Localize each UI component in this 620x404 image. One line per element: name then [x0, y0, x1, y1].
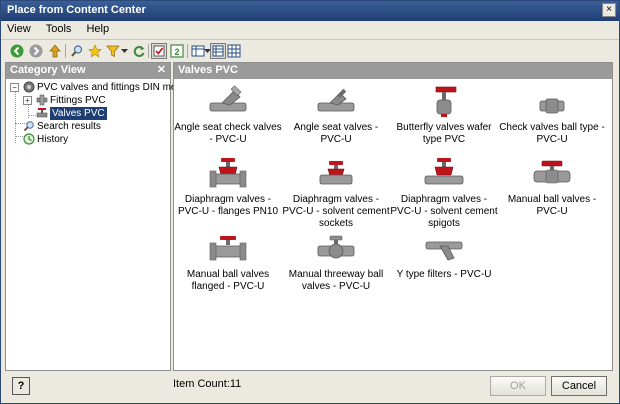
diaphragm-valve-spigots-icon: [424, 158, 464, 185]
y-filter-icon: [425, 241, 463, 261]
content-item-label: Butterfly valves wafer type PVC: [396, 122, 492, 145]
ok-button[interactable]: OK: [490, 376, 546, 396]
tree-item-label: History: [37, 134, 69, 145]
toolbar-separator: [187, 44, 188, 58]
category-view-pane: Category View ✕ − PVC valves and fitting…: [5, 62, 190, 371]
check-valve-ball-icon: [539, 98, 565, 114]
category-view-title: Category View: [10, 64, 86, 76]
menu-view[interactable]: View: [1, 21, 37, 37]
tree-item-label: PVC valves and fittings DIN metric: [37, 82, 190, 93]
library-icon: [23, 81, 35, 93]
category-tree: − PVC valves and fittings DIN metric + F…: [6, 79, 190, 148]
content-item-angle-seat-check-valves[interactable]: Angle seat check valves - PVC-U: [174, 85, 282, 146]
dialog-window: Place from Content Center × View Tools H…: [0, 0, 620, 404]
list-view-icon[interactable]: [210, 43, 226, 59]
content-item-angle-seat-valves[interactable]: Angle seat valves - PVC-U: [282, 85, 390, 146]
dropdown-arrow-icon[interactable]: [120, 43, 128, 59]
content-item-label: Diaphragm valves - PVC-U - solvent cemen…: [390, 194, 498, 229]
tree-item-label: Search results: [37, 121, 101, 132]
svg-text:2: 2: [174, 47, 179, 57]
search-icon: [23, 120, 35, 132]
content-item-diaphragm-flanges[interactable]: Diaphragm valves - PVC-U - flanges PN10: [174, 157, 282, 218]
content-pane-header: Valves PVC: [174, 63, 612, 79]
help-button[interactable]: ?: [12, 377, 30, 395]
window-title: Place from Content Center: [7, 4, 146, 16]
content-item-label: Angle seat valves - PVC-U: [293, 122, 379, 145]
tree-item-history[interactable]: History: [6, 133, 170, 146]
filter-icon[interactable]: [105, 43, 121, 59]
toolbar-separator: [65, 44, 66, 58]
toolbar: 2: [1, 39, 619, 61]
toolbar-separator: [148, 44, 149, 58]
history-icon: [23, 133, 35, 145]
select-icon[interactable]: [151, 43, 167, 59]
menu-help[interactable]: Help: [80, 21, 115, 37]
back-icon[interactable]: [9, 43, 25, 59]
content-item-threeway-ball[interactable]: Manual threeway ball valves - PVC-U: [282, 232, 390, 293]
content-grid: Angle seat check valves - PVC-U Angle se…: [174, 79, 612, 369]
close-button[interactable]: ×: [602, 3, 616, 17]
manual-ball-valve-icon: [533, 160, 571, 184]
valve-icon: [36, 107, 48, 119]
content-item-y-filters[interactable]: Y type filters - PVC-U: [390, 232, 498, 281]
diaphragm-valve-flanged-icon: [209, 158, 247, 188]
fitting-icon: [36, 94, 48, 106]
menu-bar: View Tools Help: [1, 21, 619, 39]
threeway-ball-valve-icon: [317, 235, 355, 259]
up-icon[interactable]: [47, 43, 63, 59]
category-view-header: Category View ✕: [6, 63, 170, 79]
content-item-label: Manual threeway ball valves - PVC-U: [288, 269, 384, 292]
content-item-label: Manual ball valves flanged - PVC-U: [186, 269, 270, 292]
diaphragm-valve-sockets-icon: [319, 161, 353, 185]
content-item-diaphragm-spigots[interactable]: Diaphragm valves - PVC-U - solvent cemen…: [390, 157, 498, 230]
content-pane-title: Valves PVC: [178, 64, 238, 76]
tree-item-pvc-valves-fittings[interactable]: − PVC valves and fittings DIN metric: [6, 81, 190, 94]
grid-view-icon[interactable]: [226, 43, 242, 59]
search-icon[interactable]: [69, 43, 85, 59]
menu-tools[interactable]: Tools: [40, 21, 78, 37]
butterfly-valve-icon: [435, 86, 457, 117]
content-item-diaphragm-sockets[interactable]: Diaphragm valves - PVC-U - solvent cemen…: [282, 157, 390, 230]
angle-seat-valve-icon: [317, 88, 355, 112]
pane-close-icon[interactable]: ✕: [157, 63, 166, 76]
cancel-button[interactable]: Cancel: [551, 376, 607, 396]
expand-icon[interactable]: +: [23, 96, 32, 105]
refresh-icon[interactable]: [131, 43, 147, 59]
content-item-butterfly-valves[interactable]: Butterfly valves wafer type PVC: [390, 85, 498, 146]
tree-item-search-results[interactable]: Search results: [6, 120, 170, 133]
item-count: Item Count:11: [173, 378, 242, 390]
content-item-check-valves-ball[interactable]: Check valves ball type - PVC-U: [498, 85, 606, 146]
content-item-label: Diaphragm valves - PVC-U - solvent cemen…: [282, 194, 390, 229]
content-item-label: Angle seat check valves - PVC-U: [174, 122, 282, 145]
angle-seat-check-valve-icon: [209, 85, 247, 112]
tree-item-valves-pvc[interactable]: Valves PVC: [6, 107, 170, 120]
status-bar: ? Item Count:11 OK Cancel: [1, 373, 619, 403]
tree-item-fittings-pvc[interactable]: + Fittings PVC: [6, 94, 170, 107]
content-item-label: Diaphragm valves - PVC-U - flanges PN10: [177, 194, 279, 217]
table-view-icon[interactable]: 2: [169, 43, 185, 59]
title-bar: Place from Content Center ×: [1, 1, 619, 21]
favorites-icon[interactable]: [87, 43, 103, 59]
content-item-manual-ball-valves[interactable]: Manual ball valves - PVC-U: [498, 157, 606, 218]
content-item-label: Check valves ball type - PVC-U: [499, 122, 605, 145]
tree-item-label: Fittings PVC: [50, 95, 106, 106]
content-item-label: Manual ball valves - PVC-U: [507, 194, 597, 217]
content-item-label: Y type filters - PVC-U: [396, 269, 492, 280]
manual-ball-valve-flanged-icon: [209, 236, 247, 261]
content-pane: Valves PVC Angle seat check valves - PVC…: [173, 62, 613, 371]
tree-item-label: Valves PVC: [50, 107, 107, 120]
collapse-icon[interactable]: −: [10, 83, 19, 92]
content-item-manual-ball-flanged[interactable]: Manual ball valves flanged - PVC-U: [174, 232, 282, 293]
forward-icon[interactable]: [28, 43, 44, 59]
